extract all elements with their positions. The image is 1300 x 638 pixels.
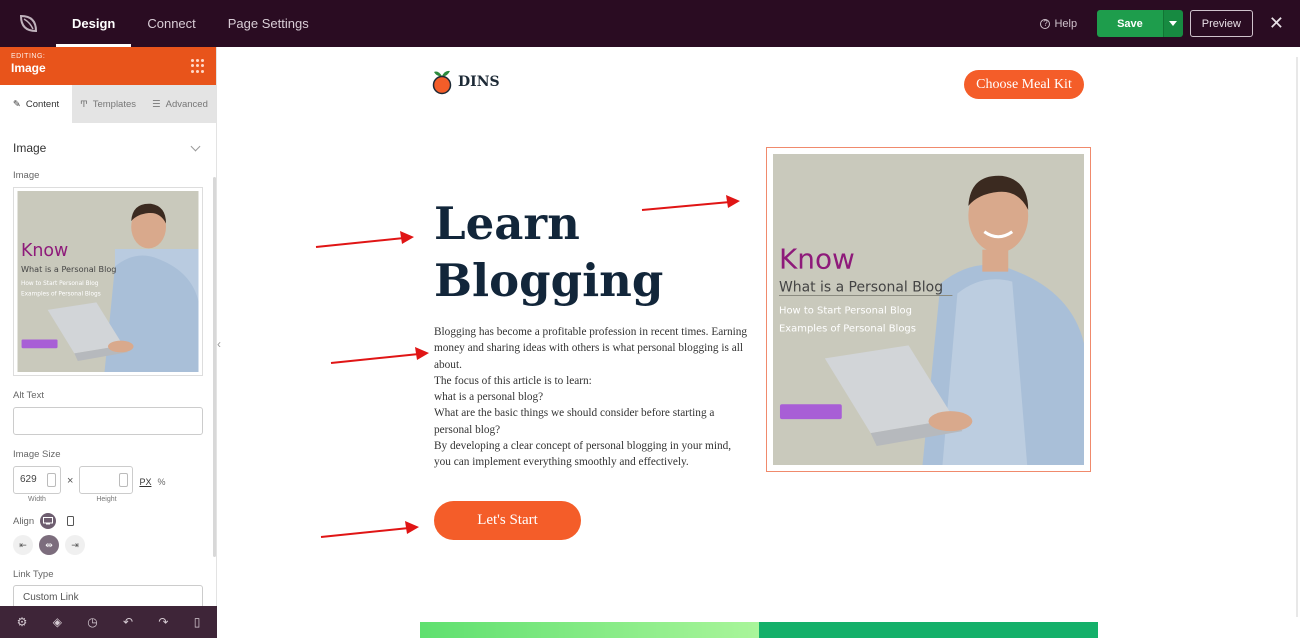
alt-text-input[interactable] bbox=[13, 407, 203, 435]
close-icon[interactable]: ✕ bbox=[1269, 13, 1284, 34]
caret-down-icon bbox=[1169, 21, 1178, 26]
sidebar-scrollbar[interactable] bbox=[213, 177, 216, 557]
image-know-text: Know bbox=[779, 243, 855, 276]
next-section-preview bbox=[420, 622, 1098, 638]
save-button[interactable]: Save bbox=[1097, 10, 1163, 37]
image-field-label: Image bbox=[13, 170, 40, 181]
collapse-arrow-icon[interactable]: ‹ bbox=[217, 337, 221, 351]
annotation-arrow bbox=[315, 231, 414, 248]
unit-percent-toggle[interactable]: % bbox=[157, 477, 165, 487]
hero-paragraph: By developing a clear concept of persona… bbox=[434, 440, 732, 469]
top-toolbar: Design Connect Page Settings ? Help Save… bbox=[0, 0, 1300, 47]
editing-header: EDITING: Image bbox=[0, 47, 216, 85]
orange-fruit-icon bbox=[432, 70, 452, 95]
brand-name: DINS bbox=[458, 74, 500, 90]
seedprod-logo-icon[interactable] bbox=[0, 0, 56, 47]
lets-start-button[interactable]: Let's Start bbox=[434, 501, 581, 540]
image-thumbnail[interactable]: Know What is a Personal Blog How to Star… bbox=[13, 187, 203, 376]
tab-content[interactable]: ✎ Content bbox=[0, 85, 72, 123]
thumb-know-text: Know bbox=[21, 241, 68, 261]
mobile-icon[interactable] bbox=[62, 513, 78, 529]
image-thumbnail-graphic: Know What is a Personal Blog How to Star… bbox=[17, 191, 199, 372]
height-label: Height bbox=[96, 496, 117, 503]
hero-title[interactable]: Learn Blogging bbox=[434, 195, 663, 309]
desktop-icon[interactable] bbox=[40, 513, 57, 529]
editing-title: Image bbox=[11, 61, 46, 75]
tab-page-settings[interactable]: Page Settings bbox=[212, 0, 325, 47]
preview-button[interactable]: Preview bbox=[1189, 10, 1253, 37]
tab-design[interactable]: Design bbox=[56, 0, 132, 47]
link-type-value: Custom Link bbox=[23, 592, 79, 603]
unit-px-toggle[interactable]: PX bbox=[139, 477, 151, 487]
selected-image-block[interactable]: Know What is a Personal Blog How to Star… bbox=[766, 147, 1091, 472]
redo-icon[interactable]: ↷ bbox=[158, 615, 168, 629]
blog-hero-image: Know What is a Personal Blog How to Star… bbox=[773, 154, 1084, 465]
thumb-subheading-text: What is a Personal Blog bbox=[21, 264, 116, 274]
height-input[interactable] bbox=[79, 466, 134, 494]
hero-body-text[interactable]: Blogging has become a profitable profess… bbox=[434, 324, 749, 471]
image-size-label: Image Size bbox=[13, 449, 61, 460]
sidebar-panel: EDITING: Image ✎ Content Ͳ Templates ☰ A… bbox=[0, 47, 217, 638]
grid-dots-icon[interactable] bbox=[191, 59, 205, 73]
bottom-toolbar: ⚙ ◈ ◷ ↶ ↷ ▯ bbox=[0, 606, 217, 638]
hero-paragraph: what is a personal blog? bbox=[434, 391, 544, 404]
hero-paragraph: Blogging has become a profitable profess… bbox=[434, 326, 748, 371]
thumb-line2-text: Examples of Personal Blogs bbox=[21, 291, 101, 297]
hero-title-line1: Learn bbox=[434, 197, 580, 250]
image-line1-text: How to Start Personal Blog bbox=[779, 305, 912, 316]
width-spinner[interactable] bbox=[47, 473, 56, 487]
site-logo[interactable]: DINS bbox=[432, 69, 500, 95]
history-icon[interactable]: ◷ bbox=[87, 615, 97, 629]
times-icon: × bbox=[67, 475, 74, 487]
tab-advanced[interactable]: ☰ Advanced bbox=[144, 85, 216, 123]
image-subheading-text: What is a Personal Blog bbox=[779, 280, 943, 296]
align-label: Align bbox=[13, 515, 35, 527]
gear-icon[interactable]: ⚙ bbox=[17, 615, 28, 629]
section-title: Image bbox=[13, 141, 47, 155]
help-icon: ? bbox=[1040, 18, 1051, 29]
tab-templates-label: Templates bbox=[92, 98, 137, 110]
width-value: 629 bbox=[20, 474, 37, 485]
templates-icon: Ͳ bbox=[79, 98, 88, 109]
editing-label: EDITING: bbox=[11, 53, 46, 60]
width-input[interactable]: 629 bbox=[13, 466, 61, 494]
annotation-arrow bbox=[641, 195, 740, 211]
alt-text-label: Alt Text bbox=[13, 390, 44, 401]
height-spinner[interactable] bbox=[119, 473, 129, 487]
pencil-icon: ✎ bbox=[12, 98, 21, 110]
tab-connect[interactable]: Connect bbox=[131, 0, 211, 47]
layers-icon[interactable]: ◈ bbox=[53, 615, 62, 629]
thumb-line1-text: How to Start Personal Blog bbox=[21, 281, 99, 287]
hero-paragraph: The focus of this article is to learn: bbox=[434, 374, 592, 387]
sliders-icon: ☰ bbox=[152, 98, 161, 110]
image-section-header[interactable]: Image bbox=[13, 130, 203, 166]
canvas-scrollbar[interactable] bbox=[1296, 57, 1298, 617]
tab-advanced-label: Advanced bbox=[165, 98, 208, 110]
save-options-button[interactable] bbox=[1162, 10, 1183, 37]
hero-title-line2: Blogging bbox=[434, 254, 664, 307]
tab-templates[interactable]: Ͳ Templates bbox=[72, 85, 144, 123]
help-link[interactable]: ? Help bbox=[1040, 18, 1077, 30]
choose-meal-kit-button[interactable]: Choose Meal Kit bbox=[964, 70, 1084, 99]
align-left-icon[interactable]: ⇤ bbox=[13, 535, 33, 555]
help-label: Help bbox=[1054, 17, 1078, 30]
align-right-icon[interactable]: ⇥ bbox=[65, 535, 85, 555]
mobile-preview-icon[interactable]: ▯ bbox=[194, 615, 201, 629]
link-type-label: Link Type bbox=[13, 569, 54, 580]
undo-icon[interactable]: ↶ bbox=[123, 615, 133, 629]
page-canvas: ‹ DINS Choose Meal Kit Learn Blogging Bl… bbox=[217, 47, 1300, 638]
image-line2-text: Examples of Personal Blogs bbox=[779, 323, 916, 334]
annotation-arrow bbox=[320, 521, 419, 538]
tab-content-label: Content bbox=[25, 98, 60, 110]
chevron-down-icon bbox=[190, 141, 201, 151]
sidebar-tabs: ✎ Content Ͳ Templates ☰ Advanced bbox=[0, 85, 216, 123]
annotation-arrow bbox=[330, 347, 429, 364]
hero-paragraph: What are the basic things we should cons… bbox=[434, 407, 715, 436]
align-center-icon[interactable]: ⇹ bbox=[39, 535, 59, 555]
width-label: Width bbox=[28, 496, 46, 503]
